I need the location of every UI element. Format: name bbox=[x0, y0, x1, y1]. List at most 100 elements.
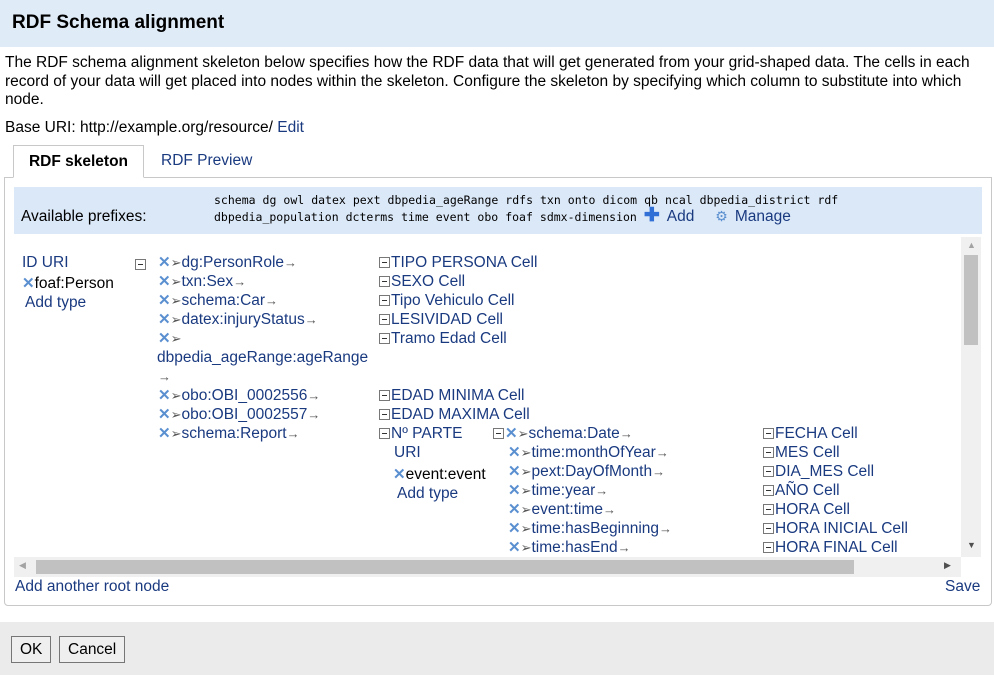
horizontal-scrollbar[interactable]: ◀ ▶ bbox=[14, 557, 961, 577]
scroll-down-icon[interactable]: ▼ bbox=[967, 540, 976, 550]
report-add-type-link[interactable]: Add type bbox=[397, 484, 458, 503]
cell-node: EDAD MAXIMA Cell bbox=[379, 405, 530, 424]
collapse-icon[interactable] bbox=[763, 447, 774, 458]
link-property[interactable]: dg:PersonRole bbox=[181, 254, 284, 271]
collapse-icon[interactable] bbox=[379, 314, 390, 325]
link-property[interactable]: time:monthOfYear bbox=[531, 444, 655, 461]
cell-node-label[interactable]: HORA INICIAL Cell bbox=[775, 520, 908, 537]
cell-node: TIPO PERSONA Cell bbox=[379, 253, 537, 272]
scroll-left-icon[interactable]: ◀ bbox=[19, 560, 26, 571]
link-property[interactable]: schema:Date bbox=[528, 425, 619, 442]
collapse-icon[interactable] bbox=[379, 390, 390, 401]
report-node-uri[interactable]: URI bbox=[394, 443, 421, 462]
cell-node-label[interactable]: FECHA Cell bbox=[775, 425, 858, 442]
collapse-icon[interactable] bbox=[379, 428, 390, 439]
remove-type-icon[interactable]: ✕ bbox=[22, 275, 35, 292]
link-property[interactable]: time:hasBeginning bbox=[531, 520, 659, 537]
remove-link-icon[interactable]: ✕ bbox=[508, 520, 521, 537]
cell-node-label[interactable]: Tipo Vehiculo Cell bbox=[391, 292, 515, 309]
remove-link-icon[interactable]: ✕ bbox=[508, 539, 521, 556]
scroll-up-icon[interactable]: ▲ bbox=[967, 240, 976, 250]
remove-link-icon[interactable]: ✕ bbox=[508, 463, 521, 480]
cell-node-label[interactable]: Nº PARTE bbox=[391, 425, 462, 442]
vertical-scrollbar[interactable]: ▲ ▼ bbox=[961, 237, 981, 557]
prefix-item: onto bbox=[567, 193, 596, 207]
remove-link-icon[interactable]: ✕ bbox=[508, 501, 521, 518]
plus-icon: ✚ bbox=[643, 205, 660, 226]
base-uri-value: http://example.org/resource/ bbox=[79, 119, 273, 136]
cell-node-label[interactable]: AÑO Cell bbox=[775, 482, 840, 499]
arrow-icon: ➢ bbox=[170, 274, 182, 289]
add-prefix-button[interactable]: ✚ Add bbox=[643, 205, 702, 226]
prefix-item: rdfs bbox=[505, 193, 533, 207]
cell-node-label[interactable]: HORA FINAL Cell bbox=[775, 539, 898, 556]
vertical-scroll-thumb[interactable] bbox=[964, 255, 978, 345]
collapse-icon[interactable] bbox=[763, 466, 774, 477]
cell-node-label[interactable]: EDAD MAXIMA Cell bbox=[391, 406, 530, 423]
collapse-icon[interactable] bbox=[379, 409, 390, 420]
arrow-icon: ➢ bbox=[170, 388, 182, 403]
sublink-row: ✕➢time:hasEnd→ bbox=[508, 538, 631, 557]
cancel-button[interactable]: Cancel bbox=[59, 636, 126, 663]
collapse-icon[interactable] bbox=[763, 428, 774, 439]
cell-node: LESIVIDAD Cell bbox=[379, 310, 503, 329]
link-property[interactable]: txn:Sex bbox=[181, 273, 233, 290]
collapse-icon[interactable] bbox=[379, 276, 390, 287]
base-uri-edit-link[interactable]: Edit bbox=[277, 119, 304, 136]
ok-button[interactable]: OK bbox=[11, 636, 52, 663]
collapse-icon[interactable] bbox=[763, 504, 774, 515]
cell-node-label[interactable]: Tramo Edad Cell bbox=[391, 330, 507, 347]
arrow-icon: ➢ bbox=[170, 293, 182, 308]
collapse-icon[interactable] bbox=[379, 257, 390, 268]
remove-link-icon[interactable]: ✕ bbox=[508, 482, 521, 499]
collapse-icon[interactable] bbox=[763, 523, 774, 534]
link-property[interactable]: schema:Report bbox=[181, 425, 286, 442]
remove-link-icon[interactable]: ✕ bbox=[158, 311, 171, 328]
root-node-label[interactable]: ID URI bbox=[22, 253, 69, 272]
remove-link-icon[interactable]: ✕ bbox=[158, 292, 171, 309]
link-property[interactable]: time:year bbox=[531, 482, 595, 499]
link-property[interactable]: obo:OBI_0002557 bbox=[181, 406, 307, 423]
remove-link-icon[interactable]: ✕ bbox=[158, 387, 171, 404]
remove-link-icon[interactable]: ✕ bbox=[508, 444, 521, 461]
root-add-type-link[interactable]: Add type bbox=[25, 293, 86, 312]
collapse-icon[interactable] bbox=[135, 255, 147, 274]
save-link[interactable]: Save bbox=[945, 578, 980, 596]
collapse-icon[interactable] bbox=[493, 428, 504, 439]
link-property[interactable]: event:time bbox=[531, 501, 603, 518]
cell-node-label[interactable]: MES Cell bbox=[775, 444, 840, 461]
collapse-icon[interactable] bbox=[763, 485, 774, 496]
tab-rdf-preview[interactable]: RDF Preview bbox=[161, 145, 252, 178]
dialog-header: RDF Schema alignment bbox=[0, 0, 994, 47]
scroll-right-icon[interactable]: ▶ bbox=[944, 560, 951, 571]
remove-link-icon[interactable]: ✕ bbox=[158, 273, 171, 290]
cell-node-label[interactable]: TIPO PERSONA Cell bbox=[391, 254, 537, 271]
remove-link-icon[interactable]: ✕ bbox=[158, 406, 171, 423]
cell-node-label[interactable]: EDAD MINIMA Cell bbox=[391, 387, 525, 404]
link-property[interactable]: schema:Car bbox=[181, 292, 265, 309]
manage-prefixes-button[interactable]: ⚙ Manage bbox=[715, 208, 798, 225]
cell-node-label[interactable]: LESIVIDAD Cell bbox=[391, 311, 503, 328]
remove-type-icon[interactable]: ✕ bbox=[393, 466, 406, 483]
prefix-list: schema dg owl datex pext dbpedia_ageRange rdfs… bbox=[214, 193, 914, 225]
add-root-node-link[interactable]: Add another root node bbox=[15, 578, 169, 596]
prefix-item: obo bbox=[477, 210, 499, 224]
cell-node-label[interactable]: HORA Cell bbox=[775, 501, 850, 518]
link-property[interactable]: datex:injuryStatus bbox=[181, 311, 304, 328]
cell-node-label[interactable]: SEXO Cell bbox=[391, 273, 465, 290]
link-property[interactable]: pext:DayOfMonth bbox=[531, 463, 652, 480]
horizontal-scroll-thumb[interactable] bbox=[36, 560, 854, 574]
collapse-icon[interactable] bbox=[763, 542, 774, 553]
remove-link-icon[interactable]: ✕ bbox=[158, 330, 171, 347]
remove-link-icon[interactable]: ✕ bbox=[505, 425, 518, 442]
cell-node-label[interactable]: DIA_MES Cell bbox=[775, 463, 874, 480]
remove-link-icon[interactable]: ✕ bbox=[158, 425, 171, 442]
link-property[interactable]: time:hasEnd bbox=[531, 539, 617, 556]
collapse-icon[interactable] bbox=[379, 295, 390, 306]
link-property[interactable]: obo:OBI_0002556 bbox=[181, 387, 307, 404]
link-property[interactable]: dbpedia_ageRange:ageRange bbox=[157, 348, 368, 367]
remove-link-icon[interactable]: ✕ bbox=[158, 254, 171, 271]
cell-node: DIA_MES Cell bbox=[763, 462, 874, 481]
tab-rdf-skeleton[interactable]: RDF skeleton bbox=[13, 145, 144, 178]
collapse-icon[interactable] bbox=[379, 333, 390, 344]
